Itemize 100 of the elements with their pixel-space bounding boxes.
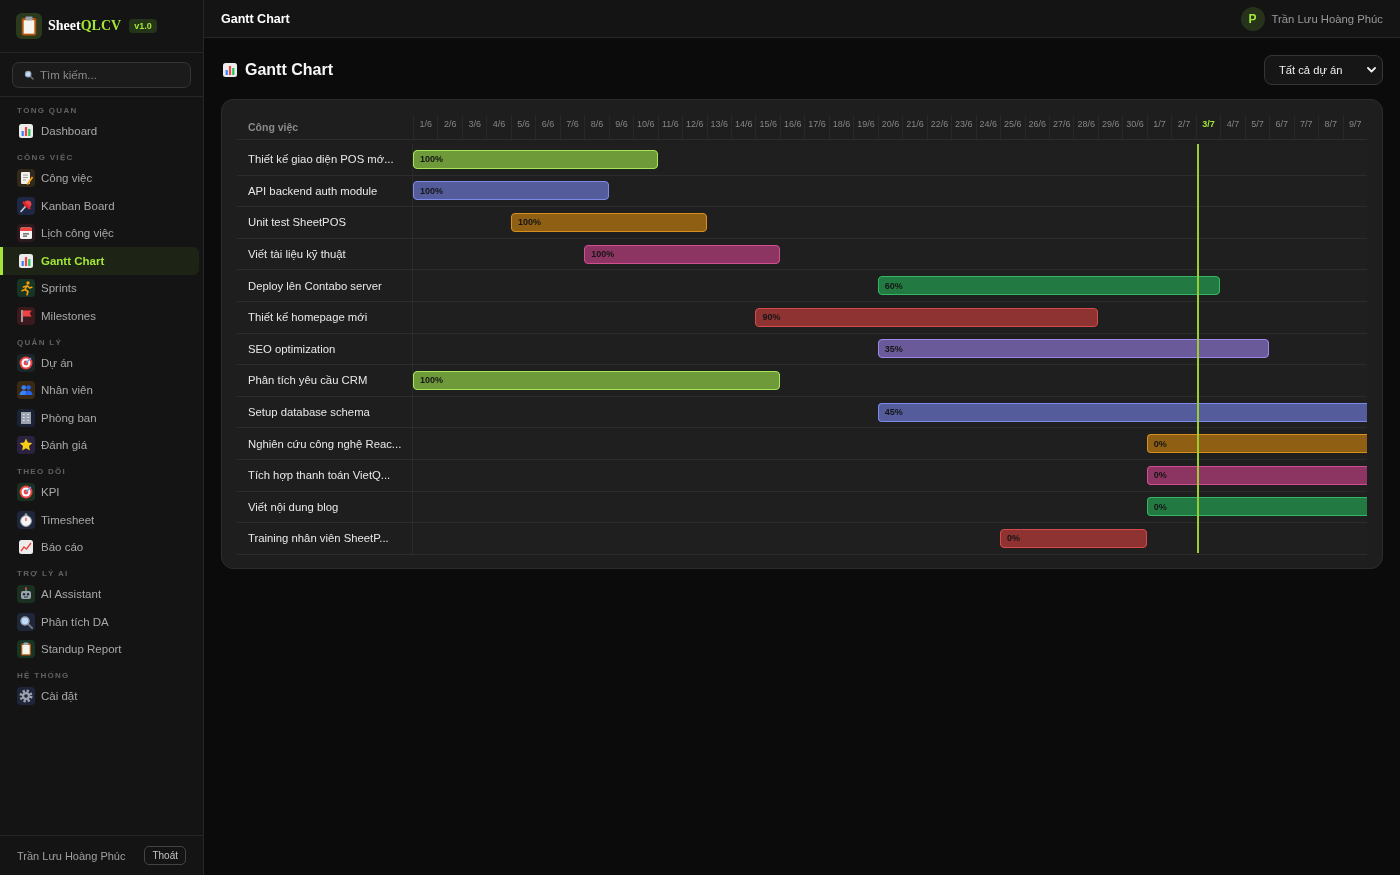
nav-item[interactable]: Timesheet [0,506,199,534]
header-title: Gantt Chart [221,11,290,26]
date-label: 8/6 [590,119,604,129]
page-title: Gantt Chart [245,61,333,79]
date-label: 9/7 [1349,119,1362,129]
task-name: Nghiên cứu công nghệ Reac... [248,437,402,450]
nav-item[interactable]: Milestones [0,302,199,330]
section-label: CÔNG VIỆC [16,152,75,164]
user-name: Trần Lưu Hoàng Phúc [1271,12,1383,25]
nav-item[interactable]: AI Assistant [0,580,199,608]
task-bar: 100% [413,181,609,201]
search-icon [24,70,35,81]
task-name: API backend auth module [248,184,378,197]
task-bar: 60% [877,276,1221,296]
date-label: 19/6 [857,119,875,129]
nav-item[interactable]: Gantt Chart [0,247,199,275]
user-name: Trần Lưu Hoàng Phúc [17,849,126,862]
nav-item[interactable]: Dashboard [0,117,199,145]
date-label: 9/6 [615,119,628,129]
project-select[interactable]: Tất cả dự án [1264,55,1383,85]
target-icon [17,353,35,372]
date-label: 25/6 [1004,119,1022,129]
date-label: 7/7 [1300,119,1313,129]
nav-item[interactable]: Sprints [0,274,199,302]
date-label: 5/6 [517,119,530,129]
task-bar: 0% [1000,528,1147,548]
pushpin-icon [17,196,35,215]
building-icon [17,408,35,427]
nav-item[interactable]: Dự án [0,349,199,377]
task-bar: 45% [877,402,1367,422]
date-label: 3/7 [1202,119,1215,129]
date-label: 27/6 [1052,119,1071,129]
stopwatch-icon [17,510,35,529]
date-label: 30/6 [1126,119,1144,129]
date-label: 24/6 [979,119,998,129]
gear-icon [17,687,35,706]
nav-item[interactable]: Công việc [0,164,199,192]
people-icon [17,381,35,400]
flag-icon [17,306,35,325]
nav-item[interactable]: Phân tích DA [0,608,199,636]
task-bar: 100% [413,149,658,169]
line-chart-icon [19,540,33,555]
task-name: SEO optimization [248,342,336,355]
task-bar: 90% [755,307,1098,327]
version-badge: v1.0 [129,19,157,33]
bar-chart-icon [19,253,33,268]
date-label: 4/7 [1226,119,1240,129]
nav-item[interactable]: KPI [0,478,199,506]
date-label: 21/6 [906,119,924,129]
magnifier-icon [17,612,35,631]
nav-item[interactable]: Standup Report [0,635,199,663]
column-header: Công việc [248,121,299,133]
search-field[interactable]: Tìm kiếm... [12,62,191,88]
task-bar: 100% [510,213,707,232]
nav-item[interactable]: Phòng ban [0,404,199,432]
task-bar: 100% [413,370,780,390]
clipboard-icon [16,13,42,39]
date-label: 11/6 [661,119,679,129]
task-name: Thiết kế giao diện POS mớ... [248,153,394,166]
nav-item[interactable]: Kanban Board [0,192,199,220]
task-name: Training nhân viên SheetP... [248,532,389,545]
date-label: 13/6 [710,119,728,129]
date-label: 5/7 [1251,119,1264,129]
date-label: 14/6 [734,119,753,129]
target-icon [17,483,35,502]
nav-item[interactable]: Cài đặt [0,682,199,710]
date-label: 1/7 [1153,119,1166,129]
nav-item[interactable]: Nhân viên [0,376,199,404]
task-name: Unit test SheetPOS [248,216,346,229]
date-label: 23/6 [955,119,973,129]
task-bar: 100% [584,244,780,264]
avatar: P [1240,6,1265,31]
section-label: TỔNG QUAN [16,105,79,117]
date-label: 4/6 [492,119,506,129]
task-name: Tích hợp thanh toán VietQ... [248,469,391,482]
task-name: Viết nội dung blog [248,500,339,513]
date-label: 12/6 [686,119,704,129]
nav-item[interactable]: Báo cáo [0,533,199,561]
date-label: 17/6 [808,119,826,129]
running-person-icon [17,279,35,298]
bar-chart-icon [223,63,237,77]
memo-icon [17,169,35,188]
date-label: 28/6 [1077,119,1095,129]
task-name: Deploy lên Contabo server [248,279,382,292]
bar-chart-icon [19,124,33,139]
logout-button[interactable]: Thoát [144,846,186,865]
app-name: SheetQLCV [48,18,122,34]
task-name: Setup database schema [248,406,370,419]
date-label: 3/6 [468,119,481,129]
date-label: 6/6 [541,119,555,129]
task-name: Phân tích yêu cầu CRM [248,374,368,387]
date-label: 6/7 [1275,119,1289,129]
date-label: 2/6 [443,119,457,129]
date-label: 29/6 [1101,119,1120,129]
date-label: 8/7 [1324,119,1338,129]
date-label: 16/6 [783,119,802,129]
chevron-down-icon [1367,67,1376,73]
nav-item[interactable]: Lịch công việc [0,219,199,247]
date-label: 20/6 [881,119,900,129]
nav-item[interactable]: Đánh giá [0,431,199,459]
